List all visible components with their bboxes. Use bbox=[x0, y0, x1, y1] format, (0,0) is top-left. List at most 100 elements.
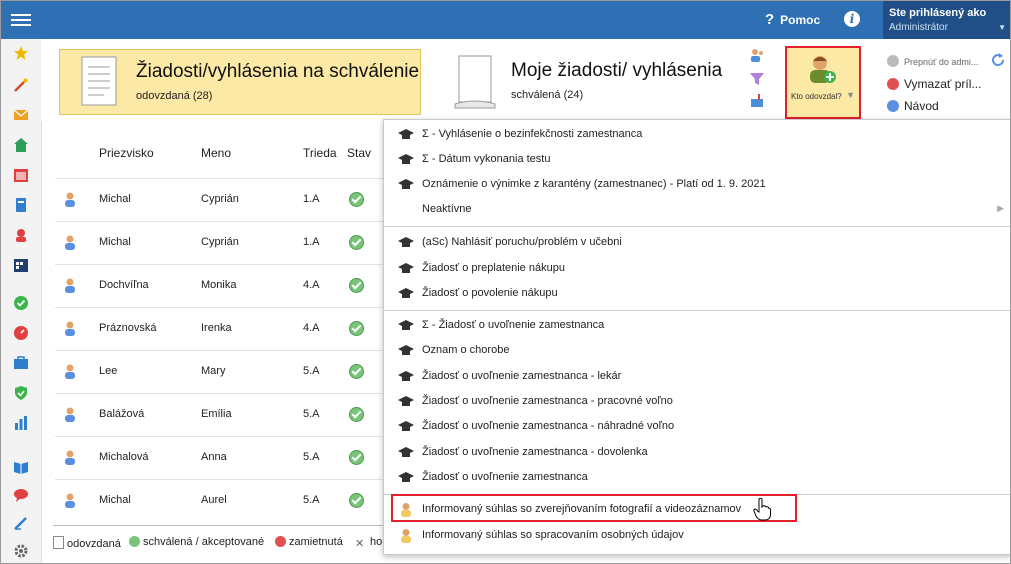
mail-icon[interactable] bbox=[13, 107, 29, 123]
guide-button[interactable]: Návod bbox=[887, 95, 981, 117]
menu-item-inactive[interactable]: Neaktívne ▶ bbox=[384, 197, 1010, 222]
column-header-name[interactable]: Meno bbox=[201, 146, 231, 160]
legend-rejected-label: zamietnutá bbox=[289, 536, 343, 548]
timetable-icon[interactable] bbox=[13, 257, 29, 273]
column-header-status[interactable]: Stav bbox=[347, 146, 371, 160]
mailbox-icon[interactable] bbox=[749, 93, 765, 109]
users-icon[interactable] bbox=[749, 47, 765, 63]
legend-other: ✕ ho bbox=[355, 536, 382, 550]
graduation-cap-icon bbox=[398, 447, 414, 457]
graduation-cap-icon bbox=[398, 129, 414, 139]
gear-icon[interactable] bbox=[13, 543, 29, 559]
person-icon bbox=[65, 192, 75, 207]
table-row[interactable]: Michal Cyprián 1.A bbox=[55, 221, 395, 265]
class-cell: 5.A bbox=[303, 451, 320, 463]
scroll-document-icon bbox=[454, 55, 496, 109]
table-row[interactable]: Michalová Anna 5.A bbox=[55, 436, 395, 480]
hand-cursor-icon bbox=[753, 497, 771, 521]
graduation-cap-icon bbox=[398, 345, 414, 355]
menu-item[interactable]: Žiadosť o uvoľnenie zamestnanca - lekár bbox=[384, 364, 1010, 389]
table-row[interactable]: Michal Cyprián 1.A bbox=[55, 178, 395, 222]
chevron-down-icon: ▼ bbox=[846, 90, 855, 100]
highlight-box bbox=[391, 494, 797, 522]
approved-status-icon bbox=[349, 321, 364, 336]
menu-item[interactable]: Žiadosť o uvoľnenie zamestnanca - pracov… bbox=[384, 389, 1010, 414]
switch-admin-button[interactable]: Prepnúť do admi... bbox=[887, 51, 981, 73]
surname-cell: Balážová bbox=[99, 408, 145, 420]
sidebar bbox=[1, 39, 42, 563]
hamburger-menu-icon[interactable] bbox=[11, 11, 31, 29]
name-cell: Aurel bbox=[201, 494, 227, 506]
delete-attachment-button[interactable]: Vymazať príl... bbox=[887, 73, 981, 95]
graduation-cap-icon bbox=[398, 288, 414, 298]
menu-item[interactable]: Žiadosť o uvoľnenie zamestnanca - dovole… bbox=[384, 440, 1010, 465]
info-icon[interactable]: i bbox=[844, 11, 860, 27]
column-header-surname[interactable]: Priezvisko bbox=[99, 146, 154, 160]
table-row[interactable]: Dochvíľna Monika 4.A bbox=[55, 264, 395, 308]
menu-item-label: Oznam o chorobe bbox=[422, 344, 510, 356]
menu-item[interactable]: Žiadosť o povolenie nákupu bbox=[384, 281, 1010, 306]
menu-item-label: Σ - Dátum vykonania testu bbox=[422, 153, 551, 165]
menu-item[interactable]: Σ - Dátum vykonania testu bbox=[384, 147, 1010, 172]
table-row[interactable]: Lee Mary 5.A bbox=[55, 350, 395, 394]
bar-chart-icon[interactable] bbox=[13, 415, 29, 431]
who-submitted-button[interactable]: Kto odovzdal? ▼ bbox=[785, 46, 861, 119]
menu-item[interactable]: Oznámenie o výnimke z karantény (zamestn… bbox=[384, 172, 1010, 197]
table-row[interactable]: Práznovská Irenka 4.A bbox=[55, 307, 395, 351]
gauge-icon[interactable] bbox=[13, 325, 29, 341]
shield-icon[interactable] bbox=[13, 385, 29, 401]
book-icon[interactable] bbox=[13, 197, 29, 213]
graduation-cap-icon bbox=[398, 396, 414, 406]
approved-status-icon bbox=[349, 235, 364, 250]
check-circle-icon[interactable] bbox=[13, 295, 29, 311]
class-cell: 1.A bbox=[303, 236, 320, 248]
legend-approved-label: schválená / akceptované bbox=[143, 536, 265, 548]
menu-item[interactable]: Žiadosť o uvoľnenie zamestnanca - náhrad… bbox=[384, 414, 1010, 439]
star-icon[interactable] bbox=[13, 45, 29, 61]
pen-icon[interactable] bbox=[13, 515, 29, 531]
menu-item[interactable]: Žiadosť o preplatenie nákupu bbox=[384, 256, 1010, 281]
refresh-icon[interactable] bbox=[991, 53, 1005, 67]
summary-tiles: Žiadosti/vyhlásenia na schválenie odovzd… bbox=[41, 39, 1010, 121]
column-header-class[interactable]: Trieda bbox=[303, 146, 337, 160]
open-book-icon[interactable] bbox=[13, 459, 29, 475]
table-row[interactable]: Balážová Emília 5.A bbox=[55, 393, 395, 437]
legend-submitted-label: odovzdaná bbox=[67, 538, 121, 550]
chat-icon[interactable] bbox=[13, 487, 29, 503]
table-row[interactable]: Michal Aurel 5.A bbox=[55, 479, 395, 523]
tile-my-requests[interactable]: Moje žiadosti/ vyhlásenia schválená (24) bbox=[435, 49, 735, 113]
user-circle-icon[interactable] bbox=[13, 227, 29, 243]
magic-wand-icon[interactable] bbox=[13, 77, 29, 93]
class-cell: 5.A bbox=[303, 408, 320, 420]
add-user-icon bbox=[810, 56, 836, 83]
menu-item[interactable]: Žiadosť o uvoľnenie zamestnanca bbox=[384, 465, 1010, 490]
surname-cell: Michal bbox=[99, 193, 131, 205]
help-button[interactable]: ? Pomoc bbox=[765, 11, 820, 28]
surname-cell: Dochvíľna bbox=[99, 279, 149, 291]
legend-approved: schválená / akceptované bbox=[129, 536, 264, 548]
status-legend: odovzdaná schválená / akceptované zamiet… bbox=[53, 525, 393, 560]
approved-status-icon bbox=[349, 450, 364, 465]
chevron-right-icon: ▶ bbox=[997, 203, 1004, 213]
chevron-down-icon: ▼ bbox=[998, 23, 1006, 32]
filter-icon[interactable] bbox=[749, 71, 765, 87]
menu-item[interactable]: (aSc) Nahlásiť poruchu/problém v učebni bbox=[384, 230, 1010, 255]
menu-item[interactable]: Oznam o chorobe bbox=[384, 338, 1010, 363]
top-bar: ? Pomoc i Ste prihlásený ako Administráto… bbox=[1, 1, 1010, 39]
briefcase-icon[interactable] bbox=[13, 355, 29, 371]
approved-status-icon bbox=[349, 407, 364, 422]
user-menu[interactable]: Ste prihlásený ako Administrátor ▼ bbox=[883, 1, 1010, 39]
tile-pending-requests[interactable]: Žiadosti/vyhlásenia na schválenie odovzd… bbox=[59, 49, 421, 115]
name-cell: Irenka bbox=[201, 322, 232, 334]
home-icon[interactable] bbox=[13, 137, 29, 153]
menu-item[interactable]: Informovaný súhlas so spracovaním osobný… bbox=[384, 523, 1010, 548]
menu-item[interactable]: Σ - Vyhlásenie o bezinfekčnosti zamestna… bbox=[384, 122, 1010, 147]
tile-subtitle: odovzdaná (28) bbox=[136, 90, 213, 102]
menu-item-label: (aSc) Nahlásiť poruchu/problém v učebni bbox=[422, 236, 622, 248]
name-cell: Emília bbox=[201, 408, 232, 420]
menu-item[interactable]: Σ - Žiadosť o uvoľnenie zamestnanca bbox=[384, 313, 1010, 338]
action-menu: Prepnúť do admi... Vymazať príl... Návod bbox=[887, 51, 981, 117]
menu-item-label: Σ - Žiadosť o uvoľnenie zamestnanca bbox=[422, 319, 605, 331]
calendar-icon[interactable] bbox=[13, 167, 29, 183]
person-icon bbox=[65, 450, 75, 465]
